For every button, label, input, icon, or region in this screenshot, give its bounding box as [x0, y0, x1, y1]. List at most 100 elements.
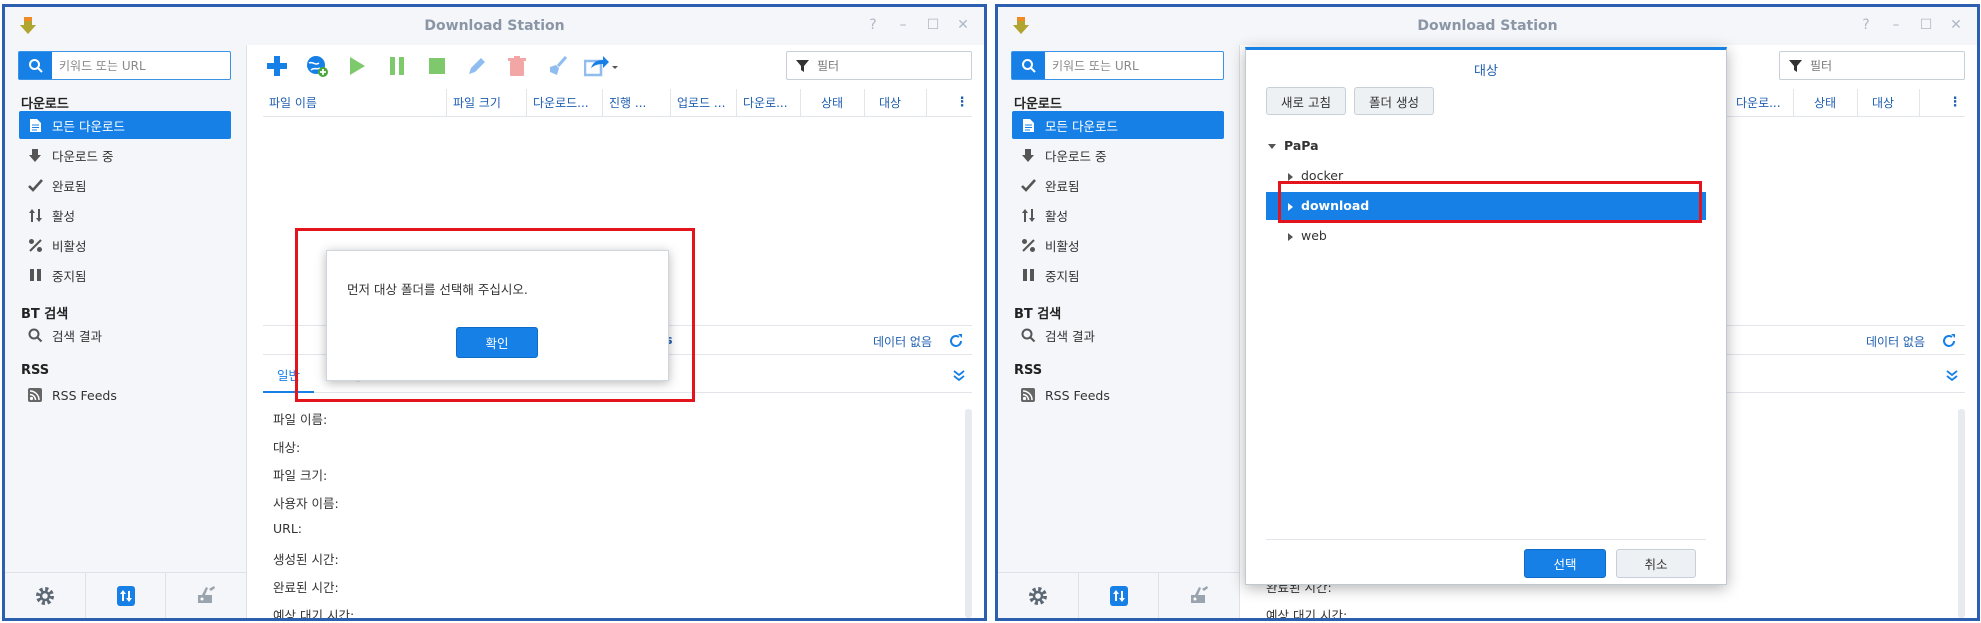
delete-button[interactable] [503, 52, 531, 80]
checkmark-icon [27, 178, 43, 192]
pause-button[interactable] [383, 52, 411, 80]
maximize-icon[interactable]: ☐ [926, 17, 940, 33]
sidebar: 다운로드 모든 다운로드 다운로드 중 완료됨 활성 비활성 중지됨 BT 검색 [998, 45, 1240, 618]
filter-box [786, 51, 972, 80]
cancel-button[interactable]: 취소 [1616, 549, 1696, 578]
delete-icon [508, 56, 526, 76]
nav-active[interactable]: 활성 [1012, 201, 1224, 229]
transfer-icon [1109, 585, 1128, 606]
settings-button[interactable] [5, 573, 86, 618]
collapse-icon[interactable] [1945, 369, 1959, 383]
search-icon [1021, 58, 1036, 73]
tree-node-download[interactable]: download [1266, 192, 1706, 220]
clear-completed-button[interactable] [543, 52, 571, 80]
create-folder-button[interactable]: 폴더 생성 [1354, 87, 1434, 115]
robot-icon [198, 585, 216, 603]
filter-input[interactable] [1810, 57, 1960, 74]
help-icon[interactable]: ? [1859, 17, 1873, 33]
nav-completed[interactable]: 완료됨 [1012, 171, 1224, 199]
nav-stopped[interactable]: 중지됨 [19, 261, 231, 289]
transfer-settings-button[interactable] [1079, 573, 1160, 618]
pause-icon [29, 269, 41, 281]
column-destination[interactable]: 대상 [1858, 89, 1920, 117]
column-upload[interactable]: 업로드 ... [671, 89, 737, 117]
select-button[interactable]: 선택 [1524, 549, 1606, 578]
no-data-label: 데이터 없음 [872, 335, 932, 349]
filter-input[interactable] [817, 57, 967, 74]
add-button[interactable] [263, 52, 291, 80]
tree-node-papa[interactable]: PaPa [1266, 132, 1706, 160]
gear-icon [1028, 586, 1047, 605]
confirm-button[interactable]: 확인 [456, 327, 538, 358]
collapse-icon[interactable] [952, 369, 966, 383]
nav-rss-feeds[interactable]: RSS Feeds [1012, 381, 1224, 409]
detail-scrollbar[interactable] [965, 409, 972, 618]
add-url-button[interactable] [303, 52, 331, 80]
tree-node-web[interactable]: web [1266, 222, 1706, 250]
search-icon [28, 328, 42, 342]
column-downloaded[interactable]: 다운로드... [527, 89, 603, 117]
nav-rss-feeds[interactable]: RSS Feeds [19, 381, 231, 409]
column-status[interactable]: 상태 [1794, 89, 1858, 117]
column-download-speed[interactable]: 다운로... [737, 89, 801, 117]
search-input[interactable] [59, 56, 224, 75]
close-icon[interactable]: ✕ [956, 17, 970, 33]
column-menu-button[interactable]: ⋮ [952, 89, 972, 117]
destination-dialog: 대상 새로 고침 폴더 생성 PaPa docker download web … [1245, 47, 1727, 585]
alert-dialog: 먼저 대상 폴더를 선택해 주십시오. 확인 [326, 250, 669, 381]
alert-message: 먼저 대상 폴더를 선택해 주십시오. [347, 282, 528, 297]
nav-active[interactable]: 활성 [19, 201, 231, 229]
nav-downloading[interactable]: 다운로드 중 [19, 141, 231, 169]
transfer-settings-button[interactable] [86, 573, 167, 618]
help-icon[interactable]: ? [866, 17, 880, 33]
window-title: Download Station [424, 18, 565, 34]
refresh-icon[interactable] [1941, 333, 1957, 349]
column-status[interactable]: 상태 [801, 89, 865, 117]
resume-button[interactable] [343, 52, 371, 80]
sidebar: 다운로드 모든 다운로드 다운로드 중 완료됨 활성 비활성 중지됨 BT 검색 [5, 45, 247, 618]
nav-all-downloads[interactable]: 모든 다운로드 [1012, 111, 1224, 139]
nav-downloading[interactable]: 다운로드 중 [1012, 141, 1224, 169]
column-file-size[interactable]: 파일 크기 [447, 89, 527, 117]
search-robot-button[interactable] [1159, 573, 1239, 618]
column-download-speed[interactable]: 다운로... [1730, 89, 1794, 117]
search-button[interactable] [19, 52, 52, 79]
section-download: 다운로드 [1014, 97, 1062, 112]
download-station-window-right: Download Station ? – ☐ ✕ 다운로드 모든 다운로드 다운… [995, 4, 1980, 621]
nav-all-downloads[interactable]: 모든 다운로드 [19, 111, 231, 139]
maximize-icon[interactable]: ☐ [1919, 17, 1933, 33]
settings-button[interactable] [998, 573, 1079, 618]
edit-button[interactable] [463, 52, 491, 80]
close-icon[interactable]: ✕ [1949, 17, 1963, 33]
share-button[interactable] [583, 52, 619, 80]
search-robot-button[interactable] [166, 573, 246, 618]
nav-completed[interactable]: 완료됨 [19, 171, 231, 199]
search-input[interactable] [1052, 56, 1217, 75]
column-progress[interactable]: 진행 ... [603, 89, 671, 117]
search-button[interactable] [1012, 52, 1045, 79]
field-file-name: 파일 이름: [273, 412, 328, 427]
nav-stopped[interactable]: 중지됨 [1012, 261, 1224, 289]
nav-inactive[interactable]: 비활성 [19, 231, 231, 259]
detail-scrollbar[interactable] [1958, 409, 1965, 618]
minimize-icon[interactable]: – [896, 17, 910, 33]
column-destination[interactable]: 대상 [865, 89, 927, 117]
nav-search-results[interactable]: 검색 결과 [19, 321, 231, 349]
column-file-name[interactable]: 파일 이름 [263, 89, 447, 117]
title-bar[interactable]: Download Station ? – ☐ ✕ [998, 7, 1977, 45]
window-title: Download Station [1417, 18, 1558, 34]
title-bar[interactable]: Download Station ? – ☐ ✕ [5, 7, 984, 45]
tab-general[interactable]: 일반 [263, 359, 315, 393]
refresh-button[interactable]: 새로 고침 [1266, 87, 1346, 115]
stop-button[interactable] [423, 52, 451, 80]
nav-search-results[interactable]: 검색 결과 [1012, 321, 1224, 349]
tree-node-docker[interactable]: docker [1266, 162, 1706, 190]
refresh-icon[interactable] [948, 333, 964, 349]
collapsed-arrow-icon [1288, 202, 1293, 211]
nav-inactive[interactable]: 비활성 [1012, 231, 1224, 259]
column-menu-button[interactable]: ⋮ [1945, 89, 1965, 117]
keyword-url-search [1011, 51, 1224, 80]
up-down-arrows-icon [1021, 208, 1035, 222]
minimize-icon[interactable]: – [1889, 17, 1903, 33]
arrow-down-icon [29, 148, 41, 162]
